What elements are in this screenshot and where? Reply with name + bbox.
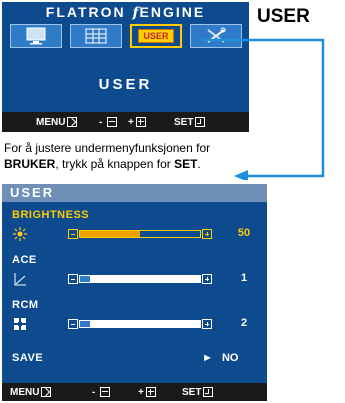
tab-picture[interactable] [10,24,62,48]
rcm-increase-button[interactable] [202,319,212,329]
minus-key-label: - [99,116,103,128]
tab-color[interactable] [70,24,122,48]
submenu-minus-key-label: - [92,386,96,398]
save-arrow-icon: ► [202,352,213,364]
rcm-fill [80,321,90,327]
rcm-decrease-button[interactable] [68,319,78,329]
brand-flatron: FLATRON [45,4,126,20]
plus-key-label: + [128,116,134,128]
minus-key-hint[interactable]: - [99,112,118,132]
submenu-set-key-hint[interactable]: SET [182,383,214,401]
brightness-fill [80,231,140,237]
submenu-plus-key-icon [145,387,156,397]
brightness-track[interactable] [79,230,201,238]
brightness-increase-button[interactable] [202,229,212,239]
submenu-plus-key-hint[interactable]: + [138,383,156,401]
ace-label: ACE [12,254,37,266]
plus-key-hint[interactable]: + [128,112,146,132]
grid-icon [85,28,107,44]
save-value: NO [221,352,239,364]
brand-f: f [132,5,139,21]
ace-fill [80,276,90,282]
ace-increase-button[interactable] [202,274,212,284]
ace-value: 1 [240,272,248,284]
ace-slider[interactable] [68,274,212,284]
instruction-bruker: BRUKER [4,157,56,171]
menu-key-icon [67,117,78,127]
menu-key-hint[interactable]: MENU [36,112,78,132]
user-submenu-panel: USER BRIGHTNESS 50 ACE 1 RCM 2 SAVE ► NO… [2,184,267,401]
submenu-set-key-label: SET [182,386,202,398]
instruction-middle: , trykk på knappen for [55,157,175,171]
save-option[interactable]: ► NO [202,352,238,364]
ace-icon [12,271,28,287]
brand-logo: FLATRON fENGINE [2,2,249,22]
rcm-slider[interactable] [68,319,212,329]
minus-key-icon [107,117,118,127]
brand-engine: ENGINE [139,4,206,20]
brightness-decrease-button[interactable] [68,229,78,239]
set-key-label: SET [174,116,194,128]
instruction-set: SET [174,157,198,171]
instruction-text: For å justere undermenyfunksjonen for BR… [4,140,264,172]
section-heading: USER [257,6,310,27]
rcm-label: RCM [12,299,39,311]
submenu-menu-key-icon [41,387,52,397]
submenu-control-bar: MENU - + SET [2,383,267,401]
sun-icon [12,226,28,242]
ace-decrease-button[interactable] [68,274,78,284]
brightness-value: 50 [237,227,251,239]
rcm-track[interactable] [79,320,201,328]
user-tab-label: USER [138,29,174,43]
submenu-plus-key-label: + [138,386,144,398]
brightness-slider[interactable] [68,229,212,239]
monitor-icon [26,27,46,45]
instruction-line1: For å justere undermenyfunksjonen for [4,141,211,155]
submenu-title: USER [2,184,267,202]
rcm-value: 2 [240,317,248,329]
brightness-label: BRIGHTNESS [12,209,90,221]
instruction-end: . [197,157,201,171]
submenu-menu-key-hint[interactable]: MENU [10,383,52,401]
ace-track[interactable] [79,275,201,283]
rcm-icon [12,316,28,332]
tab-user[interactable]: USER [130,24,182,48]
menu-key-label: MENU [36,116,66,128]
plus-key-icon [135,117,146,127]
save-label[interactable]: SAVE [12,352,43,364]
submenu-minus-key-hint[interactable]: - [92,383,111,401]
submenu-set-key-icon [203,387,214,397]
submenu-minus-key-icon [100,387,111,397]
submenu-menu-key-label: MENU [10,386,40,398]
